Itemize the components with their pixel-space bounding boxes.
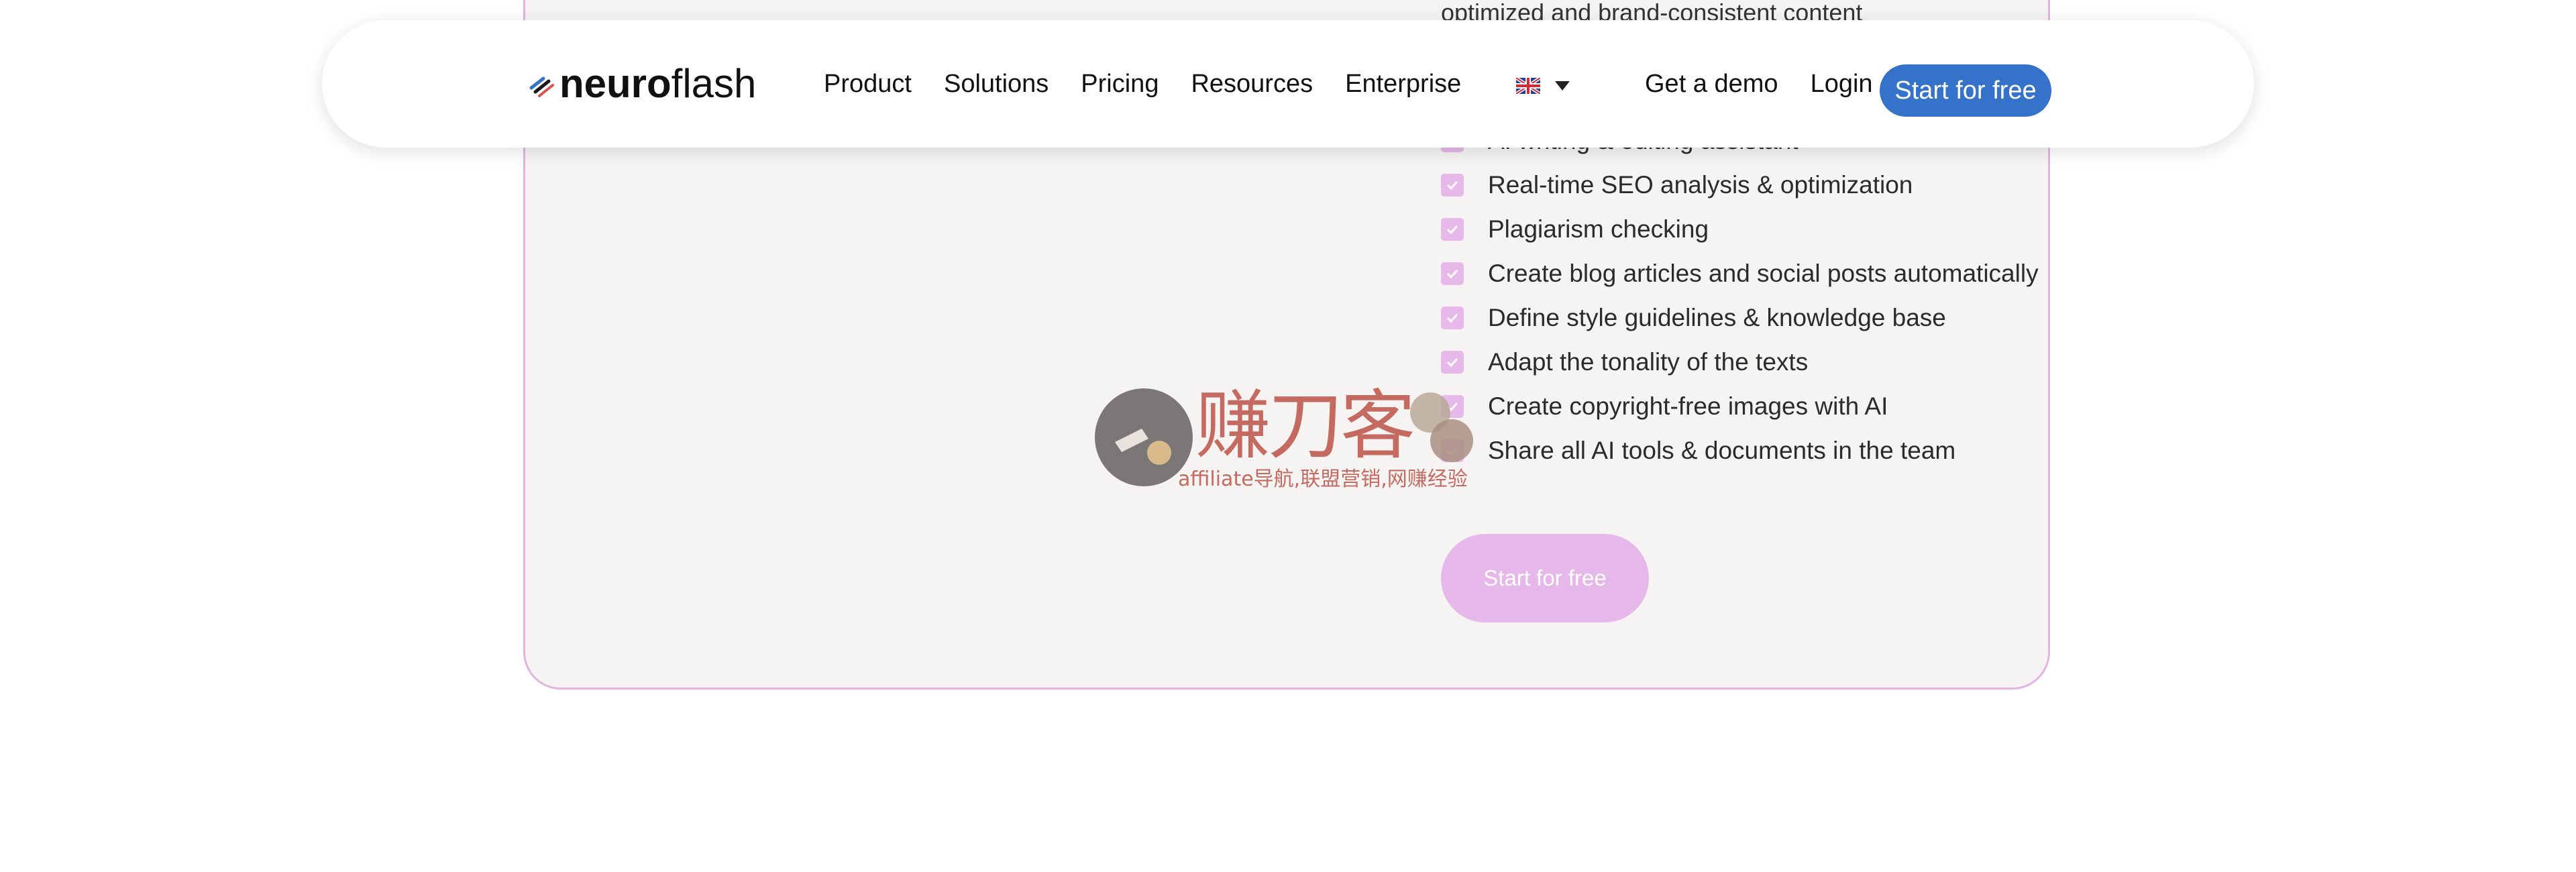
feature-item: Create copyright-free images with AI — [1441, 384, 2039, 429]
feature-label: Adapt the tonality of the texts — [1488, 348, 1809, 376]
card-start-free-button[interactable]: Start for free — [1441, 534, 1649, 622]
feature-list: AI writing & editing assistant Real-time… — [1441, 119, 2039, 473]
feature-item: Plagiarism checking — [1441, 207, 2039, 252]
uk-flag-icon — [1516, 78, 1540, 94]
feature-item: Create blog articles and social posts au… — [1441, 252, 2039, 296]
checkbox-icon — [1441, 307, 1464, 329]
feature-label: Real-time SEO analysis & optimization — [1488, 171, 1913, 199]
feature-label: Define style guidelines & knowledge base — [1488, 304, 1946, 331]
feature-label: Create blog articles and social posts au… — [1488, 260, 2039, 287]
nav-item-pricing[interactable]: Pricing — [1081, 67, 1159, 101]
feature-item: Share all AI tools & documents in the te… — [1441, 429, 2039, 473]
language-selector[interactable] — [1516, 78, 1570, 94]
coin-icon — [1430, 419, 1473, 462]
nav-item-product[interactable]: Product — [824, 67, 912, 101]
feature-item: Define style guidelines & knowledge base — [1441, 296, 2039, 340]
logo-mark-icon — [529, 76, 554, 97]
neuroflash-logo[interactable]: neuroflash — [529, 63, 756, 105]
checkbox-icon — [1441, 262, 1464, 285]
watermark: 赚刀客 affiliate导航,联盟营销,网赚经验 — [1095, 386, 1477, 493]
get-demo-link[interactable]: Get a demo — [1645, 67, 1778, 101]
main-nav: Product Solutions Pricing Resources Ente… — [824, 67, 1461, 101]
checkbox-icon — [1441, 218, 1464, 241]
top-navbar: neuroflash Product Solutions Pricing Res… — [322, 20, 2254, 148]
nav-actions: Get a demo Login — [1645, 67, 1873, 101]
logo-text-bold: neuro — [559, 61, 672, 106]
logo-text-light: flash — [671, 61, 757, 106]
feature-label: Plagiarism checking — [1488, 215, 1709, 243]
feature-item: Adapt the tonality of the texts — [1441, 340, 2039, 384]
feature-label: Share all AI tools & documents in the te… — [1488, 437, 1956, 464]
login-link[interactable]: Login — [1811, 67, 1873, 101]
watermark-subtitle: affiliate导航,联盟营销,网赚经验 — [1178, 468, 1468, 491]
nav-start-free-button[interactable]: Start for free — [1880, 64, 2051, 117]
nav-item-solutions[interactable]: Solutions — [944, 67, 1049, 101]
checkbox-icon — [1441, 351, 1464, 374]
chevron-down-icon — [1555, 81, 1570, 91]
feature-item: Real-time SEO analysis & optimization — [1441, 163, 2039, 207]
checkbox-icon — [1441, 174, 1464, 197]
nav-item-resources[interactable]: Resources — [1191, 67, 1313, 101]
nav-item-enterprise[interactable]: Enterprise — [1345, 67, 1461, 101]
watermark-title: 赚刀客 — [1195, 382, 1415, 470]
feature-label: Create copyright-free images with AI — [1488, 392, 1888, 420]
